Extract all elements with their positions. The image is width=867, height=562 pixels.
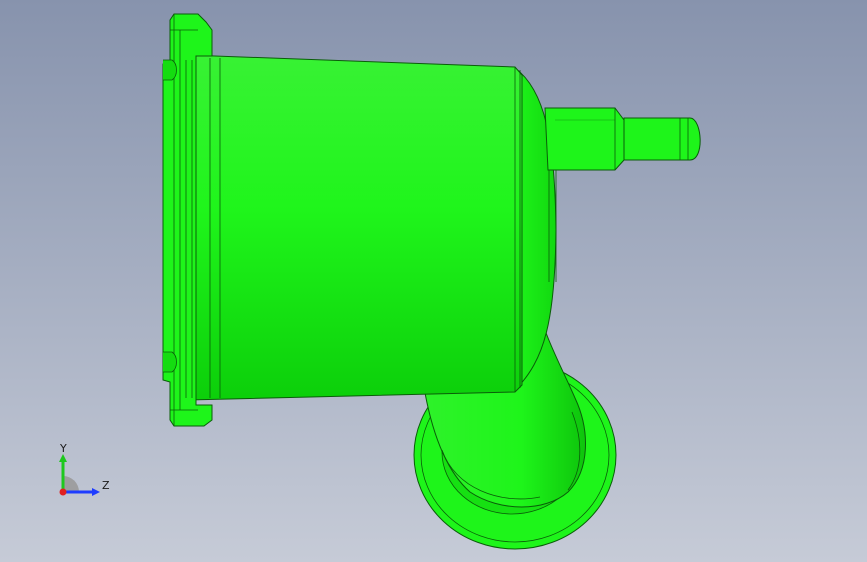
z-axis-label: Z — [102, 479, 110, 492]
housing-cylinder — [187, 54, 523, 401]
triad-origin — [59, 488, 67, 496]
z-axis-arrow — [92, 488, 100, 496]
pump-housing-model[interactable] — [0, 0, 867, 562]
inlet-nozzle — [544, 107, 701, 171]
y-axis-label: Y — [59, 442, 67, 455]
cad-viewport[interactable]: Y Z — [0, 0, 867, 562]
y-axis-arrow — [59, 454, 67, 462]
axis-triad: Y Z — [59, 442, 110, 496]
